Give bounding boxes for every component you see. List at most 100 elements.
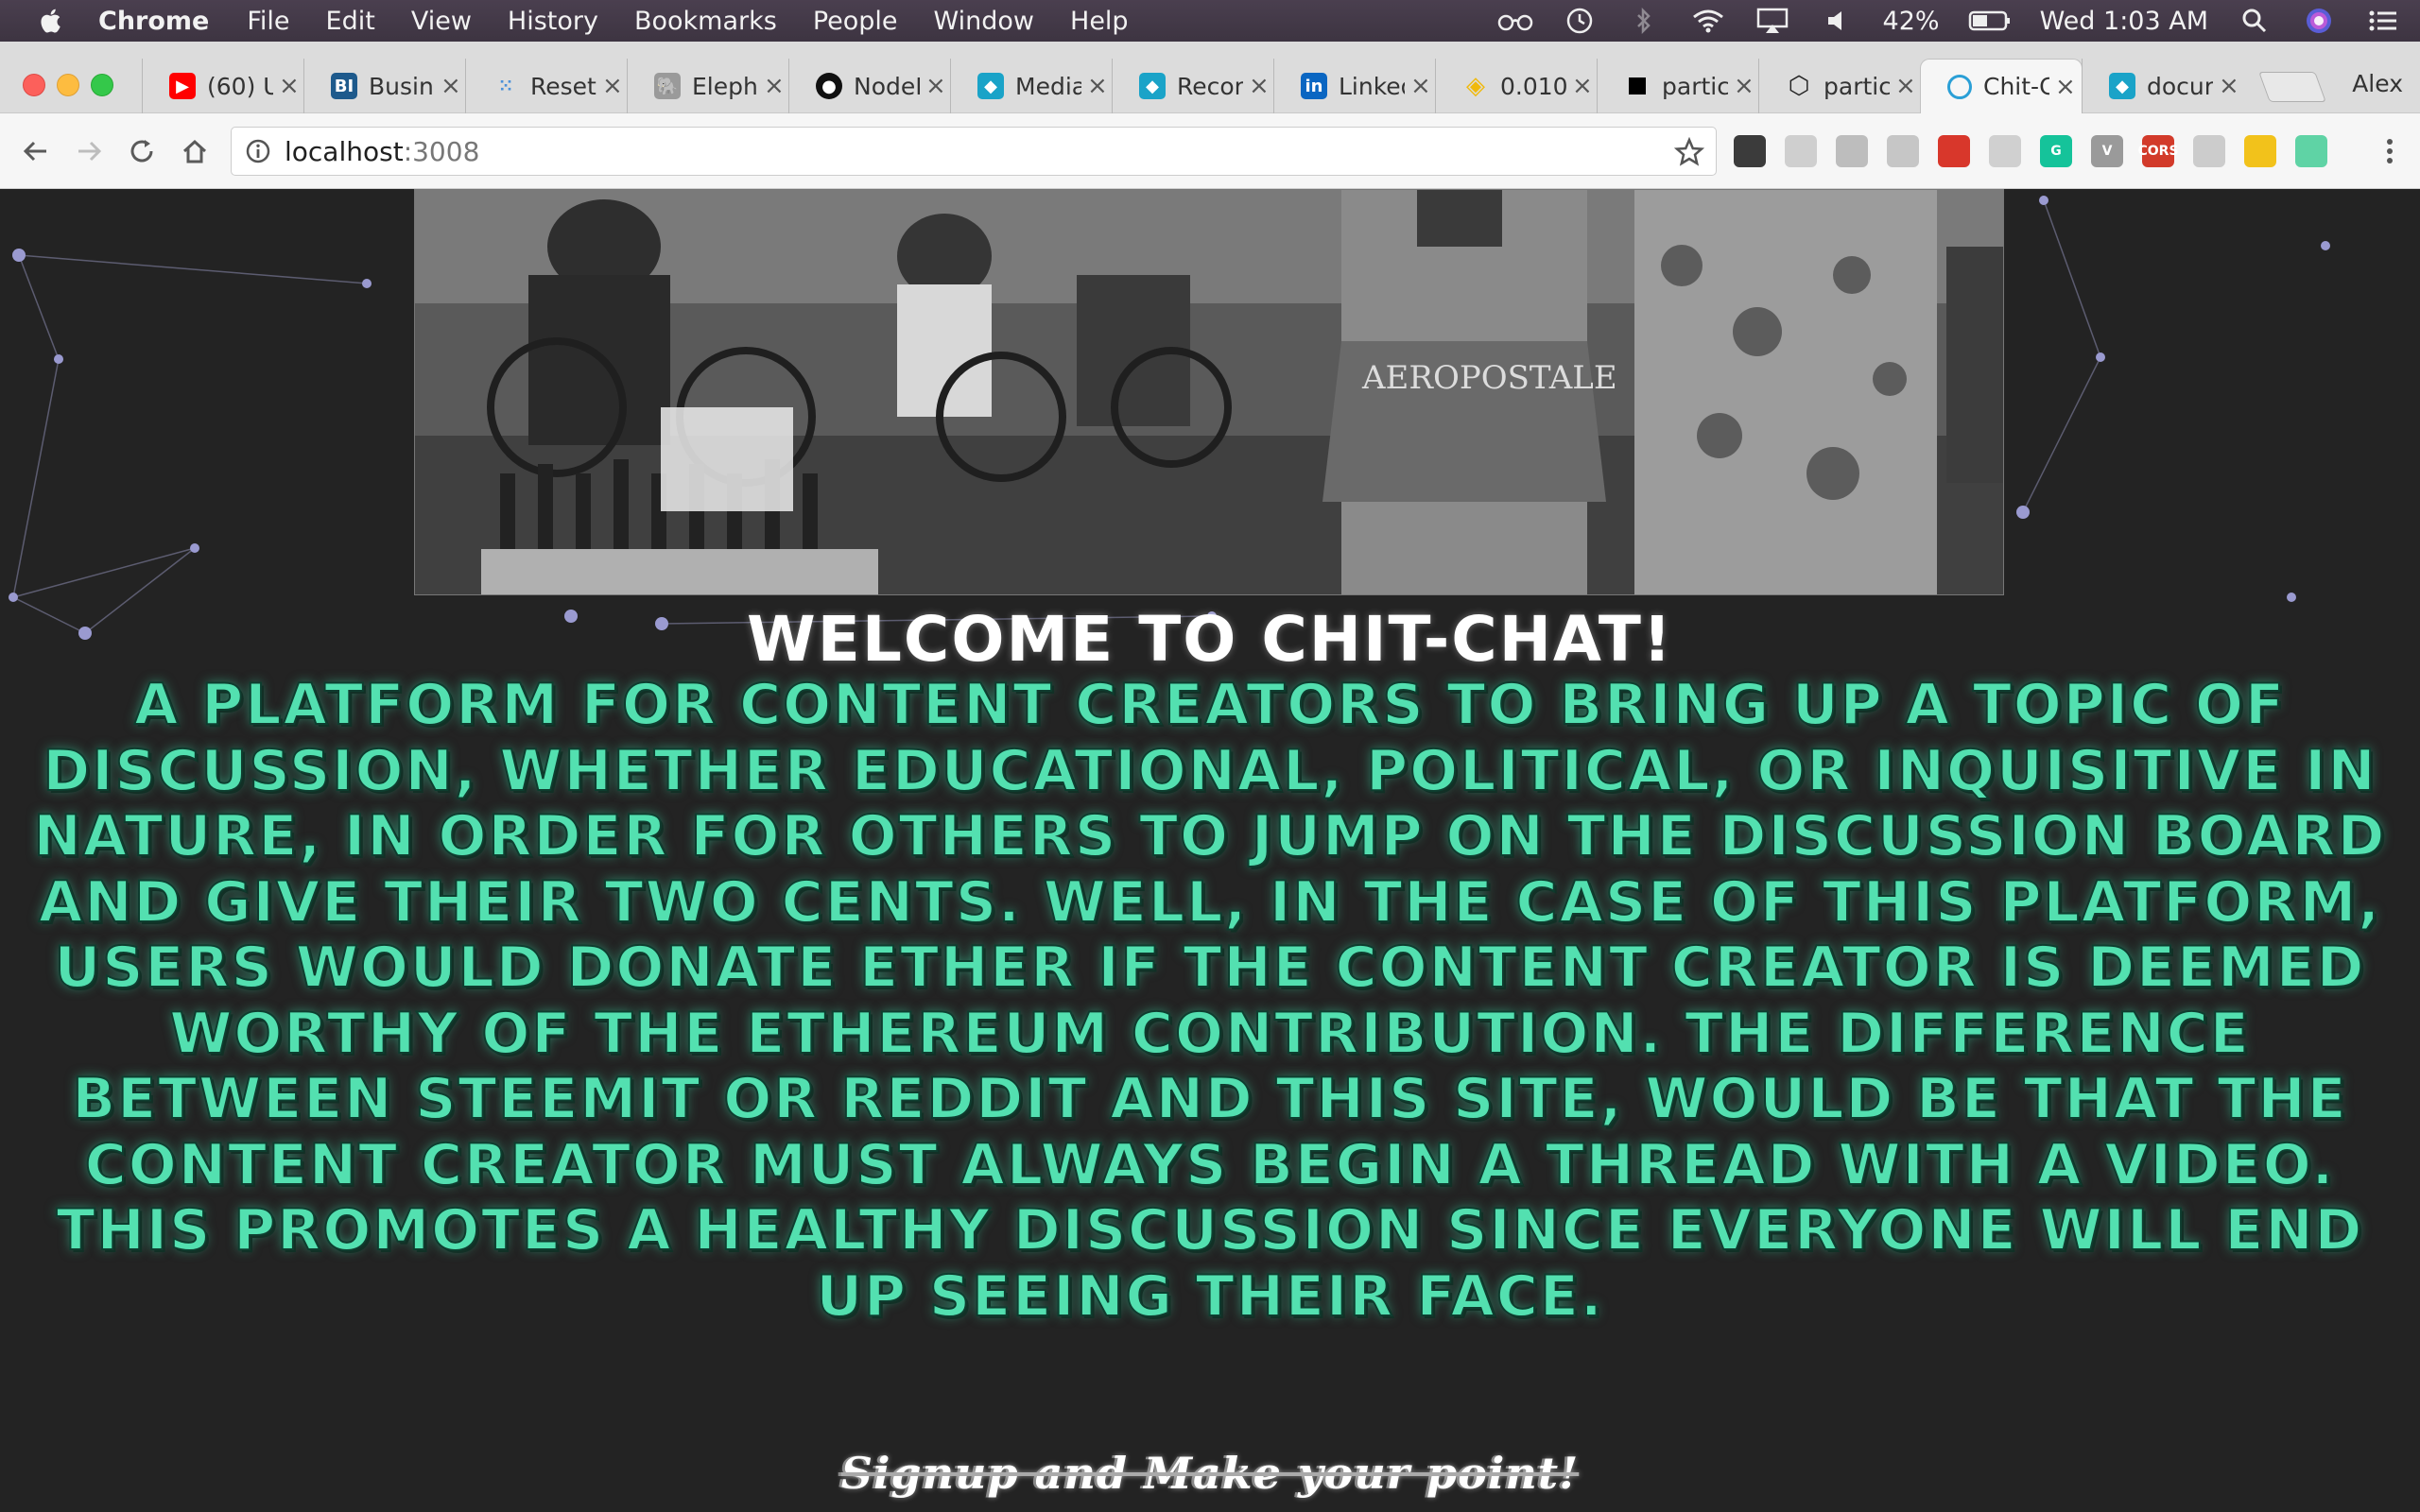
chit-chat-icon [1947, 74, 1972, 99]
chrome-menu-icon[interactable] [2371, 132, 2409, 170]
menu-clock[interactable]: Wed 1:03 AM [2040, 7, 2208, 36]
menu-view[interactable]: View [411, 7, 472, 36]
profile-name[interactable]: Alex [2352, 70, 2403, 97]
tab-title: Recor [1177, 72, 1243, 100]
menu-bookmarks[interactable]: Bookmarks [634, 7, 777, 36]
close-tab-icon[interactable]: × [1249, 72, 1270, 100]
glasses-icon[interactable] [1497, 7, 1533, 35]
github-icon: ● [816, 73, 842, 99]
tab-title: Chit-C [1983, 73, 2049, 100]
close-tab-icon[interactable]: × [2219, 72, 2239, 100]
bluetooth-icon[interactable] [1626, 7, 1662, 35]
moon-icon[interactable] [2244, 135, 2276, 167]
new-tab-button[interactable] [2258, 72, 2326, 102]
tab-title: Eleph [692, 72, 758, 100]
circle-icon[interactable] [2295, 135, 2327, 167]
close-tab-icon[interactable]: × [1410, 72, 1431, 100]
siri-icon[interactable] [2301, 7, 2337, 35]
signup-link[interactable]: Signup and Make your point! [0, 1448, 2420, 1499]
menu-window[interactable]: Window [934, 7, 1034, 36]
tab-record[interactable]: ◆ Recor × [1112, 59, 1274, 113]
particle-dot [2096, 352, 2105, 362]
close-tab-icon[interactable]: × [1895, 72, 1916, 100]
tab-media[interactable]: ◆ Media × [950, 59, 1113, 113]
tab-title: partic [1824, 72, 1890, 100]
spotlight-search-icon[interactable] [2237, 7, 2273, 35]
volume-icon[interactable] [1819, 7, 1855, 35]
tab-binance[interactable]: ◈ 0.010 × [1435, 59, 1598, 113]
menu-help[interactable]: Help [1070, 7, 1129, 36]
fullscreen-window-button[interactable] [91, 74, 113, 96]
vue-devtools-icon[interactable]: V [2091, 135, 2123, 167]
close-tab-icon[interactable]: × [441, 72, 461, 100]
ghostery-icon[interactable] [1734, 135, 1766, 167]
tab-reset[interactable]: ⁙ Reset × [465, 59, 628, 113]
screen-icon[interactable] [2193, 135, 2225, 167]
binance-icon: ◈ [1466, 72, 1485, 100]
tab-title: (60) U [207, 72, 273, 100]
tree-icon[interactable] [1785, 135, 1817, 167]
particle-dot [2039, 196, 2048, 205]
reload-icon[interactable] [123, 132, 161, 170]
notification-center-icon[interactable] [2365, 7, 2401, 35]
tab-business-insider[interactable]: BI Busin × [303, 59, 466, 113]
platform-description: A platform for content creators to bring… [33, 671, 2387, 1330]
page-viewport[interactable]: AEROPOSTALE Welcome to Chit-Chat! A plat… [0, 189, 2420, 1512]
youtube-icon: ▶ [169, 73, 196, 99]
close-tab-icon[interactable]: × [2055, 73, 2076, 101]
particle-dot [12, 249, 26, 262]
tab-particles-2[interactable]: ⬡ partic × [1758, 59, 1921, 113]
address-bar[interactable]: localhost:3008 [231, 127, 1717, 176]
close-tab-icon[interactable]: × [764, 72, 785, 100]
tab-github[interactable]: ● NodeI × [788, 59, 951, 113]
tab-youtube[interactable]: ▶ (60) U × [142, 59, 304, 113]
menu-history[interactable]: History [508, 7, 598, 36]
tab-title: Reset [530, 72, 596, 100]
hero-image: AEROPOSTALE [414, 189, 2004, 595]
tab-list: ▶ (60) U × BI Busin × ⁙ Reset × 🐘 Eleph … [142, 59, 2326, 113]
url-text[interactable]: localhost:3008 [285, 136, 479, 167]
grammarly-icon[interactable]: G [2040, 135, 2072, 167]
tab-elephant[interactable]: 🐘 Eleph × [627, 59, 789, 113]
tab-chit-chat[interactable]: Chit-C × [1920, 59, 2083, 113]
bookmark-star-icon[interactable] [1674, 137, 1704, 167]
particle-dot [2287, 593, 2296, 602]
skype-icon[interactable] [1836, 135, 1868, 167]
tab-particles-1[interactable]: partic × [1597, 59, 1759, 113]
close-window-button[interactable] [23, 74, 45, 96]
time-machine-icon[interactable] [1562, 7, 1598, 35]
browser-tab-strip: ▶ (60) U × BI Busin × ⁙ Reset × 🐘 Eleph … [0, 42, 2420, 113]
status-area: 42% Wed 1:03 AM [1497, 0, 2420, 42]
particle-link [18, 254, 368, 284]
page-title: Welcome to Chit-Chat! [746, 603, 1674, 676]
close-tab-icon[interactable]: × [1087, 72, 1108, 100]
cors-icon[interactable]: CORS [2137, 135, 2179, 167]
particle-dot [54, 354, 63, 364]
forward-arrow-icon[interactable] [70, 132, 108, 170]
airplay-icon[interactable] [1754, 7, 1790, 35]
close-tab-icon[interactable]: × [1572, 72, 1593, 100]
window-icon[interactable] [1989, 135, 2021, 167]
apple-icon[interactable] [38, 6, 66, 36]
close-tab-icon[interactable]: × [1734, 72, 1754, 100]
battery-icon[interactable] [1968, 7, 2012, 35]
tab-linkedin[interactable]: in Linked × [1273, 59, 1436, 113]
wifi-icon[interactable] [1690, 7, 1726, 35]
close-tab-icon[interactable]: × [602, 72, 623, 100]
tab-title: docur [2147, 72, 2213, 100]
close-tab-icon[interactable]: × [925, 72, 946, 100]
pet-icon[interactable] [1938, 135, 1970, 167]
close-tab-icon[interactable]: × [279, 72, 300, 100]
back-arrow-icon[interactable] [17, 132, 55, 170]
menu-edit[interactable]: Edit [326, 7, 375, 36]
home-icon[interactable] [176, 132, 214, 170]
business-insider-icon: BI [331, 73, 357, 99]
info-icon[interactable] [245, 138, 271, 164]
tab-documentation[interactable]: ◆ docur × [2082, 59, 2244, 113]
menu-people[interactable]: People [813, 7, 898, 36]
menu-app-name[interactable]: Chrome [98, 7, 209, 36]
rss-icon[interactable] [1887, 135, 1919, 167]
codepen-icon: ⬡ [1788, 72, 1810, 100]
minimize-window-button[interactable] [57, 74, 79, 96]
menu-file[interactable]: File [247, 7, 289, 36]
